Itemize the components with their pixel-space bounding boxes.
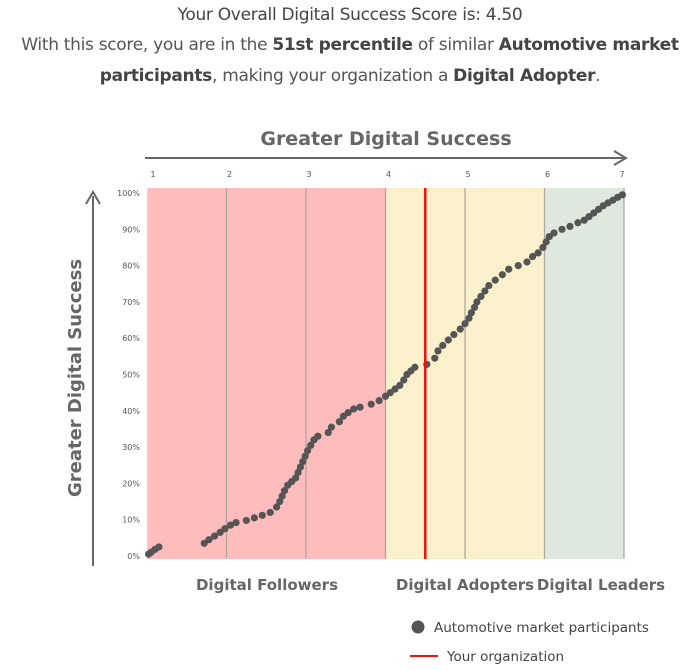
- data-point: [367, 400, 375, 408]
- data-point: [558, 225, 566, 233]
- y-tick-label: 0%: [127, 552, 140, 561]
- y-tick-label: 70%: [122, 298, 140, 307]
- x-tick-label: 5: [465, 170, 470, 179]
- data-point: [550, 229, 558, 237]
- zone-label-digital-leaders: Digital Leaders: [537, 576, 665, 594]
- legend-label-organization: Your organization: [446, 649, 564, 665]
- x-tick-label: 1: [150, 170, 155, 179]
- zone-label-digital-followers: Digital Followers: [196, 576, 338, 594]
- x-tick-label: 4: [386, 170, 391, 179]
- data-point: [450, 330, 458, 339]
- data-point: [485, 281, 493, 290]
- legend-label-participants: Automotive market participants: [434, 620, 649, 636]
- x-tick-label: 7: [619, 170, 624, 179]
- data-point: [327, 423, 336, 431]
- x-axis-title: Greater Digital Success: [260, 128, 511, 150]
- legend: Automotive market participants Your orga…: [410, 620, 649, 665]
- data-point: [350, 405, 358, 413]
- y-tick-label: 30%: [122, 443, 140, 452]
- legend-marker-participants: [411, 620, 425, 634]
- data-point: [498, 271, 506, 279]
- y-axis-title: Greater Digital Success: [65, 259, 86, 497]
- x-tick-label: 3: [306, 170, 311, 179]
- data-point: [456, 325, 464, 333]
- data-point: [314, 432, 322, 440]
- y-tick-label: 10%: [122, 516, 140, 525]
- digital-success-chart: Greater Digital Success Greater Digital …: [65, 128, 665, 665]
- zone-label-digital-adopters: Digital Adopters: [396, 576, 534, 594]
- data-point: [250, 514, 258, 522]
- data-point: [618, 191, 627, 199]
- y-tick-label: 50%: [122, 371, 140, 380]
- zone-band-digital-followers: [147, 188, 386, 559]
- data-point: [491, 276, 499, 284]
- zone-band-digital-leaders: [544, 188, 624, 559]
- y-tick-label: 60%: [122, 334, 140, 343]
- data-point: [574, 219, 582, 227]
- data-point: [439, 341, 447, 350]
- data-point: [534, 249, 542, 257]
- y-tick-label: 100%: [117, 189, 140, 198]
- x-tick-label: 6: [545, 170, 550, 179]
- data-point: [242, 516, 250, 525]
- data-point: [431, 354, 439, 362]
- x-tick-label: 2: [227, 170, 232, 179]
- y-tick-label: 90%: [122, 225, 140, 234]
- data-point: [375, 397, 383, 405]
- data-point: [266, 508, 274, 517]
- data-point: [155, 543, 163, 551]
- data-point: [514, 262, 522, 270]
- data-point: [232, 519, 240, 527]
- y-tick-label: 40%: [122, 407, 140, 416]
- data-point: [258, 511, 266, 519]
- y-tick-label: 80%: [122, 262, 140, 271]
- data-point: [505, 265, 513, 273]
- data-point: [411, 363, 419, 371]
- data-point: [523, 258, 531, 266]
- data-point: [444, 336, 452, 344]
- data-point: [566, 222, 574, 230]
- y-tick-label: 20%: [122, 479, 140, 488]
- data-point: [434, 347, 442, 355]
- data-point: [356, 403, 364, 411]
